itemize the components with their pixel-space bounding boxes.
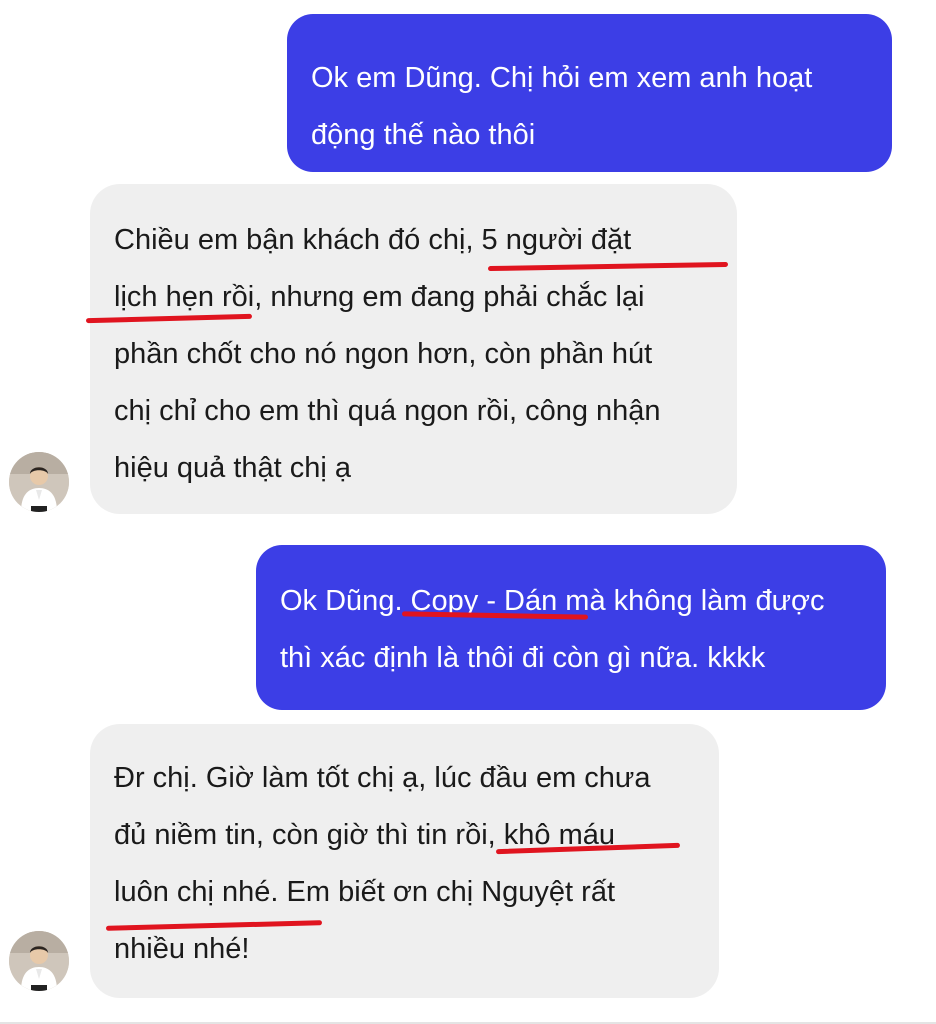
user-photo-avatar-icon <box>9 452 69 512</box>
message-text-line: chị chỉ cho em thì quá ngon rồi, công nh… <box>114 395 661 427</box>
message-text-line: hiệu quả thật chị ạ <box>114 452 352 484</box>
message-text-line: luôn chị nhé. Em biết ơn chị Nguyệt rất <box>114 876 616 908</box>
sender-avatar[interactable] <box>9 931 69 991</box>
message-text-line: Ok em Dũng. Chị hỏi em xem anh hoạt <box>311 62 813 94</box>
message-bubble-incoming-1[interactable]: Chiều em bận khách đó chị, 5 người đặt l… <box>90 184 737 514</box>
message-bubble-incoming-2[interactable]: Đr chị. Giờ làm tốt chị ạ, lúc đầu em ch… <box>90 724 719 998</box>
message-text-line: phần chốt cho nó ngon hơn, còn phần hút <box>114 338 653 370</box>
message-text-line: Đr chị. Giờ làm tốt chị ạ, lúc đầu em ch… <box>114 762 651 794</box>
message-text-line: nhiều nhé! <box>114 933 250 965</box>
message-text-line: động thế nào thôi <box>311 119 536 151</box>
message-text-line: Ok Dũng. Copy - Dán mà không làm được <box>280 585 825 617</box>
message-text-line: Chiều em bận khách đó chị, 5 người đặt <box>114 224 632 256</box>
sender-avatar[interactable] <box>9 452 69 512</box>
message-text-line: đủ niềm tin, còn giờ thì tin rồi, khô má… <box>114 819 615 851</box>
message-bubble-outgoing-2[interactable]: Ok Dũng. Copy - Dán mà không làm được th… <box>256 545 886 710</box>
user-photo-avatar-icon <box>9 931 69 991</box>
message-bubble-outgoing-1[interactable]: Ok em Dũng. Chị hỏi em xem anh hoạt động… <box>287 14 892 172</box>
message-text-line: thì xác định là thôi đi còn gì nữa. kkkk <box>280 642 766 674</box>
